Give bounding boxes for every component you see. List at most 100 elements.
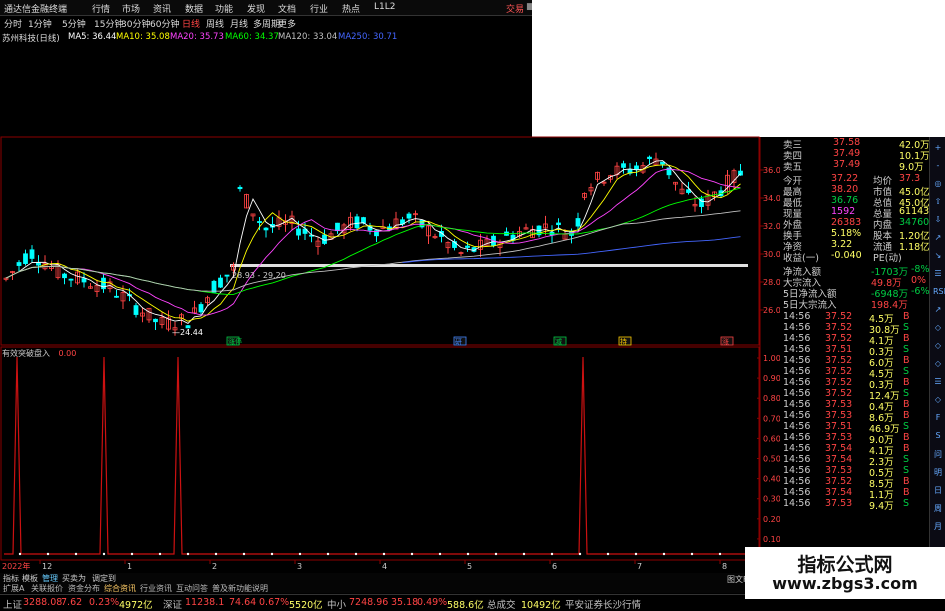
flow-row: 5日大宗流入 198.4万 [781,297,929,311]
sidebar-tool-icon[interactable]: 日 [933,485,943,495]
kline-chart[interactable]: 36.0034.0032.0030.0028.0026.001.000.900.… [0,0,780,594]
sidebar-tool-icon[interactable]: ↗ [933,305,943,315]
indicator-value: 0.00 [58,349,77,358]
tick-side: S [903,421,910,432]
candle-body [647,156,652,160]
sidebar-tool-icon[interactable]: ◇ [933,359,943,369]
tick-time: 14:56 [783,344,811,355]
tick-row: 14:56 37.52 8.5万 B [781,476,929,490]
sidebar-tool-icon[interactable]: ◇ [933,341,943,351]
indicator-tabs: 指标 模板 管理 买卖为 调定到 [0,573,745,583]
candle-body [296,228,301,236]
price-tick-label: 36.00 [763,166,780,175]
indicator-frame [0,346,760,561]
tick-row: 14:56 37.52 4.1万 B [781,333,929,347]
indicator-dot [718,552,722,556]
indicator-tick-label: 0.10 [763,535,780,544]
tick-price: 37.53 [825,432,853,443]
tick-time: 14:56 [783,388,811,399]
stat-value: 26383 [831,217,862,228]
candle-body [114,295,119,298]
indicator-dot [242,552,246,556]
sidebar-tool-icon[interactable]: 月 [933,521,943,531]
candle-body [68,278,74,281]
candle-body [211,280,217,293]
indicator-line [4,356,756,555]
indicator-tick-label: 0.30 [763,495,780,504]
indicator-dot [102,552,106,556]
status-item: 11238.1 [185,597,225,608]
stat-value2: 37.3 [899,173,921,184]
sidebar-tool-icon[interactable]: ⇩ [933,215,943,225]
event-marker-label: 减 [555,337,562,346]
indicator-tick-label: 0.40 [763,475,780,484]
tick-side: B [903,377,910,388]
flow-key: 5日大宗流入 [783,300,837,311]
flow-value: 198.4万 [871,300,908,311]
event-marker-label: 研 [455,338,462,346]
tick-price: 37.53 [825,465,853,476]
status-item: 35.18 [391,597,419,608]
status-item: 0.23% [89,597,120,608]
subtab-industry[interactable]: 行业资讯 [140,583,172,594]
candle-body [465,245,470,248]
stat-value2: 34760 [899,217,930,228]
sidebar-tool-icon[interactable]: S [933,431,943,441]
tick-price: 37.52 [825,355,853,366]
indicator-name: 有效突破盘入 [2,349,50,358]
flow-row: 5日净流入额 -6948万 -6% [781,286,930,300]
sidebar-tool-icon[interactable]: ☰ [933,269,943,279]
sidebar-tool-icon[interactable]: ↗ [933,233,943,243]
quote-price: 37.58 [833,137,861,148]
sidebar-tool-icon[interactable]: ◇ [933,323,943,333]
tick-side: S [903,465,910,476]
subtab-news[interactable]: 综合资讯 [104,583,136,594]
status-item: 0.67% [259,597,290,608]
sidebar-tool-icon[interactable]: ◇ [933,395,943,405]
sidebar-tool-icon[interactable]: ☰ [933,377,943,387]
status-item: 3288.08 [23,597,63,608]
indicator-dot [550,552,554,556]
quote-price: 37.49 [833,159,861,170]
sidebar-tool-icon[interactable]: ⇧ [933,197,943,207]
tick-time: 14:56 [783,366,811,377]
sidebar-tool-icon[interactable]: 明 [933,467,943,477]
sidebar-tool-icon[interactable]: ↘ [933,251,943,261]
tick-time: 14:56 [783,443,811,454]
stat-row: 现量 1592 总量 61143 [781,206,929,220]
tick-row: 14:56 37.51 46.9万 S [781,421,929,435]
candle-body [36,262,41,266]
watermark-title: 指标公式网 [797,554,893,576]
indicator-dot [690,552,694,556]
subtab-qa[interactable]: 互动问答 [176,583,208,594]
indicator-tick-label: 0.90 [763,374,780,383]
month-label: 1 [127,562,132,571]
subtab-new-features[interactable]: 普及新功能说明 [212,583,268,594]
tick-row: 14:56 37.54 4.1万 B [781,443,929,457]
candle-body [621,163,626,168]
sidebar-tool-icon[interactable]: 问 [933,449,943,459]
sidebar-tool-icon[interactable]: - [933,161,943,171]
sidebar-tool-icon[interactable]: 周 [933,503,943,513]
tick-time: 14:56 [783,322,811,333]
subtab-related[interactable]: 关联报价 [31,583,63,594]
tick-price: 37.54 [825,454,853,465]
sidebar-tool-icon[interactable]: ◎ [933,179,943,189]
tick-price: 37.51 [825,344,853,355]
tick-side: S [903,344,910,355]
candle-body [23,253,28,264]
tick-time: 14:56 [783,432,811,443]
sidebar-tool-icon[interactable]: RSI [933,287,945,297]
subtab-capital[interactable]: 资金分布 [68,583,100,594]
tool-sidebar: + - ◎ ⇧ ⇩ ↗ ↘ ☰ RSI ↗ ◇ ◇ ◇ ☰ ◇ F S 问明日周月 [929,137,945,547]
status-item: 7248.96 [349,597,389,608]
ma-line [5,160,741,324]
sidebar-tool-icon[interactable]: F [933,413,943,423]
tick-price: 37.53 [825,399,853,410]
subtab-extend[interactable]: 扩展A [3,583,24,594]
candle-body [16,262,22,266]
tick-price: 37.53 [825,498,853,509]
tick-row: 14:56 37.52 6.0万 B [781,355,929,369]
sidebar-tool-icon[interactable]: + [933,143,943,153]
event-marker-label: 涨停 [228,337,242,346]
